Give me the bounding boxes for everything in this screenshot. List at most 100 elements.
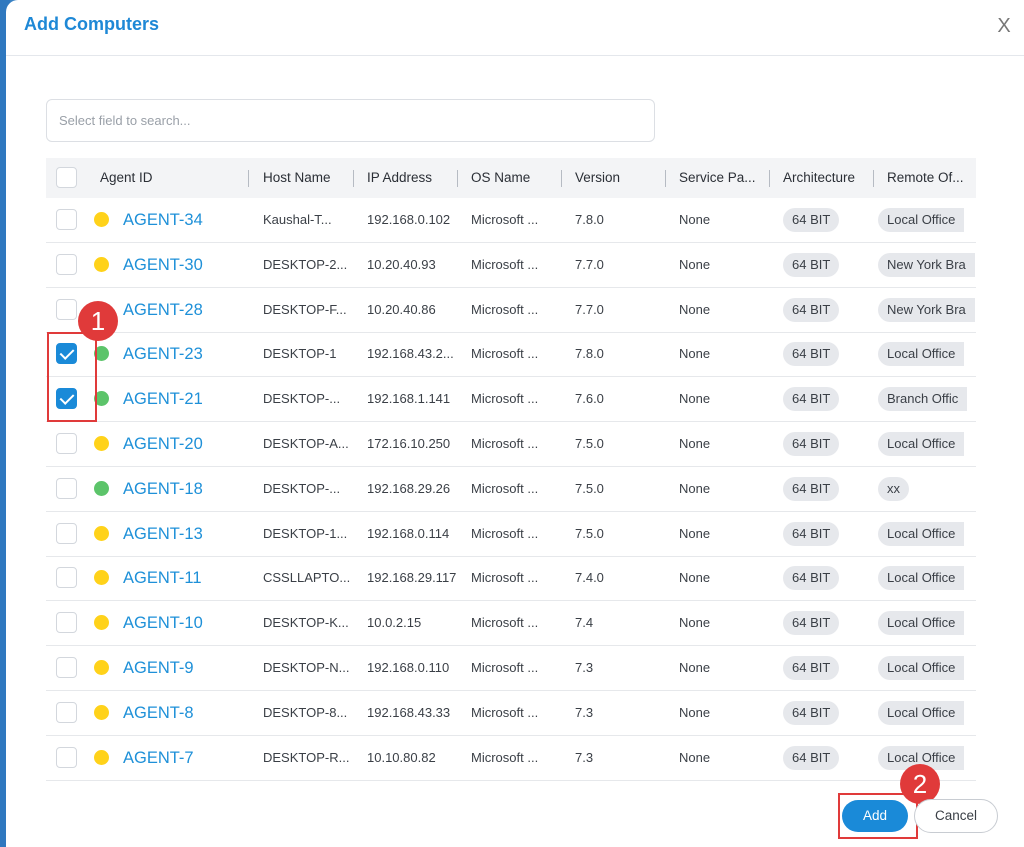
service-pack-cell: None [679,257,711,272]
row-checkbox[interactable] [56,254,77,275]
host-name-cell: DESKTOP-A... [263,436,349,451]
close-icon[interactable]: X [992,14,1016,38]
agent-id-link[interactable]: AGENT-11 [123,556,202,600]
version-cell: 7.6.0 [575,391,604,406]
os-name-cell: Microsoft ... [471,346,539,361]
row-checkbox[interactable] [56,747,77,768]
table-row[interactable]: AGENT-18 DESKTOP-... 192.168.29.26 Microsof… [46,467,976,512]
table-row[interactable]: AGENT-30 DESKTOP-2... 10.20.40.93 Microsoft… [46,243,976,288]
col-ip-address[interactable]: IP Address [367,158,455,198]
col-architecture[interactable]: Architecture [783,158,873,198]
row-checkbox[interactable] [56,523,77,544]
table-row[interactable]: AGENT-7 DESKTOP-R... 10.10.80.82 Microsoft … [46,736,976,781]
host-name-cell: DESKTOP-R... [263,750,350,765]
column-divider[interactable] [769,170,770,187]
row-checkbox[interactable] [56,612,77,633]
status-dot-icon [94,481,109,496]
agent-id-link[interactable]: AGENT-34 [123,198,203,242]
column-divider[interactable] [457,170,458,187]
row-checkbox[interactable] [56,657,77,678]
status-dot-icon [94,526,109,541]
os-name-cell: Microsoft ... [471,526,539,541]
col-version[interactable]: Version [575,158,655,198]
agent-id-link[interactable]: AGENT-8 [123,691,194,735]
agent-id-link[interactable]: AGENT-20 [123,422,203,466]
remote-office-badge: xx [878,477,909,501]
column-divider[interactable] [665,170,666,187]
remote-office-badge: Local Office [878,342,965,366]
select-all-checkbox[interactable] [56,167,77,188]
table-row[interactable]: AGENT-9 DESKTOP-N... 192.168.0.110 Microsof… [46,646,976,691]
column-divider[interactable] [248,170,249,187]
agent-id-link[interactable]: AGENT-10 [123,601,203,645]
table-row[interactable]: AGENT-21 DESKTOP-... 192.168.1.141 Microsof… [46,377,976,422]
ip-address-cell: 192.168.29.26 [367,481,451,496]
host-name-cell: DESKTOP-8... [263,705,348,720]
search-input[interactable] [46,99,655,142]
remote-office-badge: Local Office [878,208,965,232]
version-cell: 7.3 [575,705,594,720]
cancel-button[interactable]: Cancel [914,799,998,833]
version-cell: 7.4.0 [575,570,604,585]
remote-office-badge: Local Office [878,432,965,456]
table-row[interactable]: AGENT-10 DESKTOP-K... 10.0.2.15 Microsoft .… [46,601,976,646]
row-checkbox[interactable] [56,702,77,723]
agent-id-link[interactable]: AGENT-21 [123,377,203,421]
status-dot-icon [94,615,109,630]
row-checkbox[interactable] [56,299,77,320]
ip-address-cell: 10.0.2.15 [367,615,422,630]
version-cell: 7.5.0 [575,481,604,496]
service-pack-cell: None [679,526,711,541]
host-name-cell: DESKTOP-F... [263,302,347,317]
service-pack-cell: None [679,660,711,675]
agent-id-link[interactable]: AGENT-28 [123,288,203,332]
col-remote-office[interactable]: Remote Of... [887,158,976,198]
version-cell: 7.3 [575,750,594,765]
architecture-badge: 64 BIT [783,611,840,635]
version-cell: 7.8.0 [575,212,604,227]
table-row[interactable]: AGENT-20 DESKTOP-A... 172.16.10.250 Microso… [46,422,976,467]
table-header: Agent ID Host Name IP Address OS Name Ve… [46,158,976,198]
column-divider[interactable] [353,170,354,187]
table-row[interactable]: AGENT-8 DESKTOP-8... 192.168.43.33 Microsof… [46,691,976,736]
annotation-box-checkboxes [47,332,97,422]
row-checkbox[interactable] [56,567,77,588]
col-os-name[interactable]: OS Name [471,158,551,198]
table-row[interactable]: AGENT-11 CSSLLAPTO... 192.168.29.117 Micros… [46,556,976,601]
remote-office-badge: New York Bra [878,253,975,277]
agent-id-link[interactable]: AGENT-23 [123,332,203,376]
column-divider[interactable] [561,170,562,187]
table-row[interactable]: AGENT-34 Kaushal-T... 192.168.0.102 Microso… [46,198,976,243]
host-name-cell: CSSLLAPTO... [263,570,351,585]
version-cell: 7.5.0 [575,526,604,541]
row-checkbox[interactable] [56,433,77,454]
table-row[interactable]: AGENT-13 DESKTOP-1... 192.168.0.114 Microso… [46,512,976,557]
agent-id-link[interactable]: AGENT-9 [123,646,194,690]
col-service-pack[interactable]: Service Pa... [679,158,764,198]
column-divider[interactable] [873,170,874,187]
agent-id-link[interactable]: AGENT-30 [123,243,203,287]
table-row[interactable]: AGENT-28 DESKTOP-F... 10.20.40.86 Microsoft… [46,288,976,333]
remote-office-badge: Local Office [878,656,965,680]
col-host-name[interactable]: Host Name [263,158,351,198]
col-agent-id[interactable]: Agent ID [100,158,240,198]
annotation-badge-1: 1 [78,301,118,341]
service-pack-cell: None [679,302,711,317]
annotation-badge-2: 2 [900,764,940,804]
row-checkbox[interactable] [56,209,77,230]
architecture-badge: 64 BIT [783,701,840,725]
table-row[interactable]: AGENT-23 DESKTOP-1 192.168.43.2... Microsof… [46,332,976,377]
version-cell: 7.4 [575,615,594,630]
version-cell: 7.7.0 [575,302,604,317]
agent-id-link[interactable]: AGENT-7 [123,736,194,780]
host-name-cell: DESKTOP-2... [263,257,348,272]
ip-address-cell: 192.168.1.141 [367,391,451,406]
ip-address-cell: 10.20.40.86 [367,302,436,317]
agent-id-link[interactable]: AGENT-13 [123,512,203,556]
agent-id-link[interactable]: AGENT-18 [123,467,203,511]
add-button[interactable]: Add [842,800,908,832]
host-name-cell: Kaushal-T... [263,212,332,227]
row-checkbox[interactable] [56,478,77,499]
status-dot-icon [94,257,109,272]
version-cell: 7.8.0 [575,346,604,361]
